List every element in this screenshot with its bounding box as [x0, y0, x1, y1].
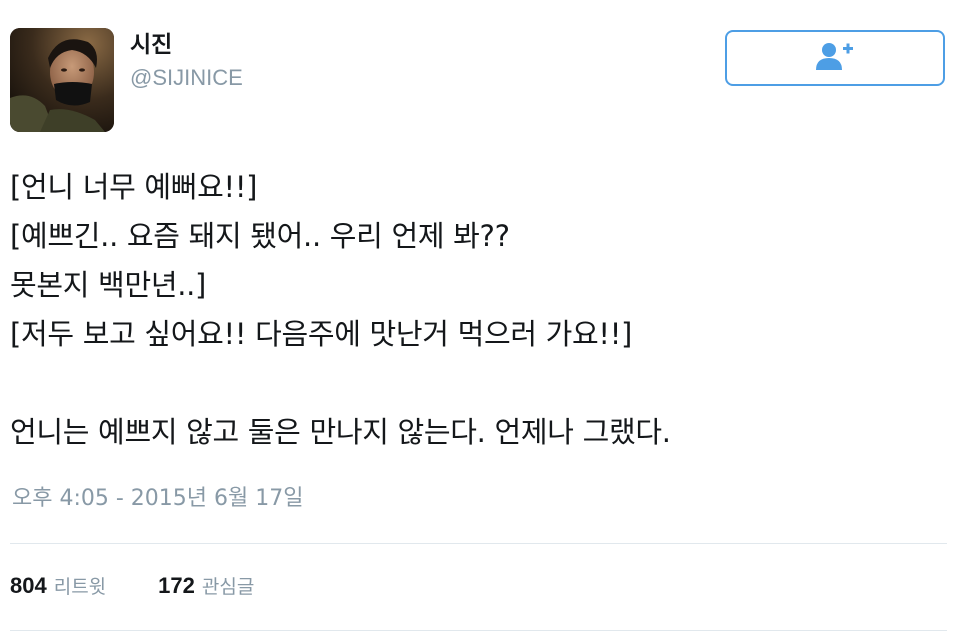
tweet-line: [저두 보고 싶어요!! 다음주에 맛난거 먹으러 가요!!]	[10, 317, 633, 351]
retweet-label: 리트윗	[53, 576, 107, 598]
tweet-line: [언니 너무 예뻐요!!]	[10, 170, 258, 204]
follow-button[interactable]	[725, 30, 945, 86]
tweet-line: 못본지 백만년..]	[10, 268, 207, 302]
like-label: 관심글	[201, 576, 255, 598]
tweet-text: [언니 너무 예뻐요!!] [예쁘긴.. 요즘 돼지 됐어.. 우리 언제 봐?…	[10, 163, 940, 457]
user-avatar[interactable]	[10, 28, 114, 132]
retweet-stat[interactable]: 804 리트윗	[10, 572, 106, 599]
divider	[10, 543, 947, 544]
add-user-icon	[815, 40, 855, 76]
tweet-stats: 804 리트윗 172 관심글	[10, 572, 306, 606]
user-handle[interactable]: @SIJINICE	[130, 63, 243, 93]
divider	[10, 630, 947, 631]
tweet-line: 언니는 예쁘지 않고 둘은 만나지 않는다. 언제나 그랬다.	[10, 415, 671, 449]
like-stat[interactable]: 172 관심글	[158, 572, 254, 599]
user-display-name[interactable]: 시진	[130, 30, 172, 60]
tweet-line: [예쁘긴.. 요즘 돼지 됐어.. 우리 언제 봐??	[10, 219, 510, 253]
like-count: 172	[158, 573, 195, 598]
retweet-count: 804	[10, 573, 47, 598]
tweet-timestamp[interactable]: 오후 4:05 - 2015년 6월 17일	[12, 484, 304, 514]
tweet-card: 시진 @SIJINICE [언니 너무 예뻐요!!] [예쁘긴.. 요즘 돼지 …	[0, 0, 960, 634]
